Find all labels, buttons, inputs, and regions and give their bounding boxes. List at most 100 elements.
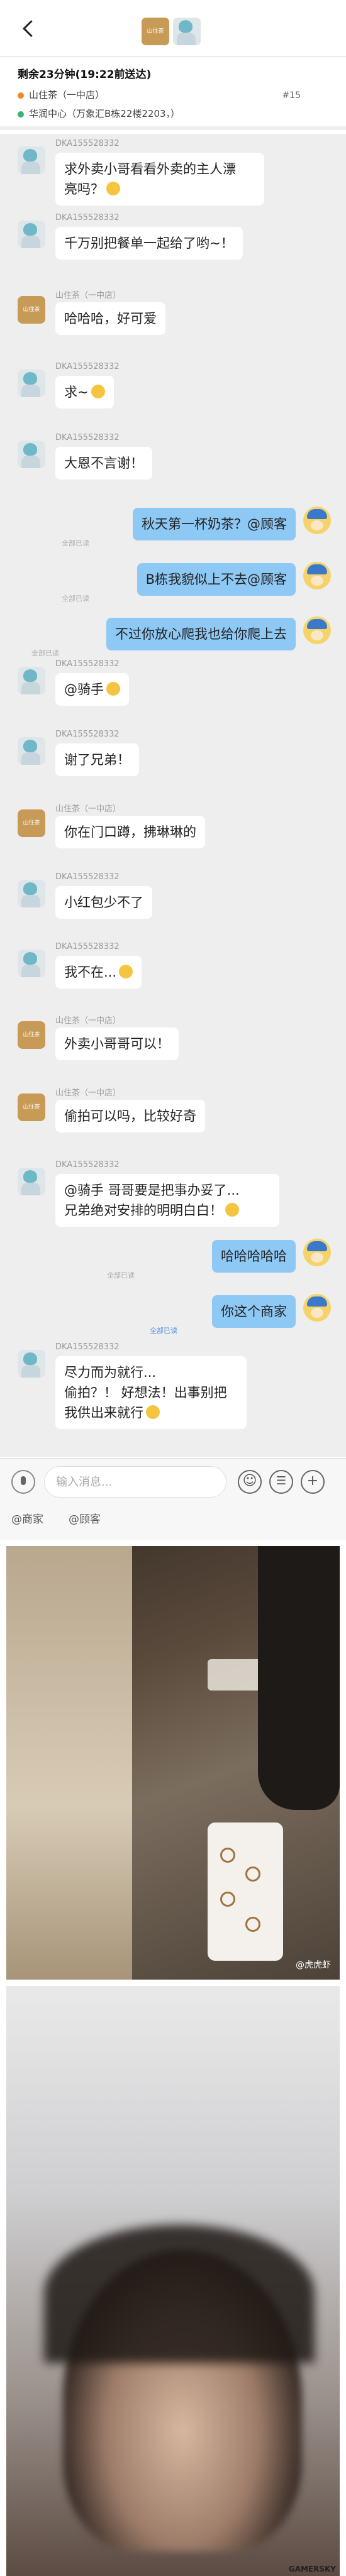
order-address: 华润中心（万象汇B栋22楼2203，） bbox=[29, 108, 181, 119]
message-bubble: 求外卖小哥看看外卖的主人漂 亮吗？ bbox=[55, 153, 264, 206]
read-status: 全部已读 bbox=[107, 1271, 135, 1280]
rider-avatar[interactable] bbox=[303, 562, 331, 589]
message-text: 千万别把餐单一起给了哟~！ bbox=[64, 236, 234, 251]
photo-1-image: @虎虎虾 bbox=[6, 1546, 340, 1980]
takeout-bag bbox=[208, 1822, 283, 1961]
order-number: #15 bbox=[282, 90, 301, 101]
message-text: 外卖小哥哥可以！ bbox=[64, 1036, 170, 1051]
rider-avatar[interactable] bbox=[303, 1294, 331, 1322]
order-shop-name: 山住茶（一中店） bbox=[29, 89, 105, 101]
message-text: 谢了兄弟！ bbox=[64, 752, 130, 767]
read-status: 全部已读 bbox=[62, 595, 89, 603]
laugh-emoji-icon bbox=[106, 682, 120, 696]
message-bubble: 你在门口蹲，拂琳琳的 bbox=[55, 816, 205, 848]
message-bubble: 哈哈哈哈哈 bbox=[212, 1240, 296, 1273]
wall-panel bbox=[6, 1546, 132, 1980]
message-text: 哈哈哈哈哈 bbox=[221, 1249, 287, 1264]
rider-avatar[interactable] bbox=[303, 1239, 331, 1266]
customer-avatar[interactable] bbox=[18, 221, 45, 248]
customer-avatar[interactable] bbox=[18, 441, 45, 468]
customer-avatar[interactable] bbox=[18, 370, 45, 397]
sender-name: 山住茶（一中店） bbox=[55, 804, 121, 814]
message-bubble: 求~ bbox=[55, 376, 114, 408]
order-info-panel: 剩余23分钟(19:22前送达) 山住茶（一中店） #15 华润中心（万象汇B栋… bbox=[0, 58, 346, 130]
participant-avatars: 山住茶 bbox=[142, 18, 204, 45]
sender-name: DKA155528332 bbox=[55, 433, 120, 442]
customer-avatar[interactable] bbox=[18, 880, 45, 907]
sender-name: DKA155528332 bbox=[55, 362, 120, 371]
message-text: 你这个商家 bbox=[221, 1304, 287, 1319]
message-text: 我不在... bbox=[64, 965, 117, 980]
shop-avatar[interactable]: 山住茶 bbox=[18, 809, 45, 837]
message-text: 求外卖小哥看看外卖的主人漂 亮吗？ bbox=[64, 162, 236, 197]
read-status: 全部已读 bbox=[150, 1327, 177, 1335]
chat-messages: DKA155528332 求外卖小哥看看外卖的主人漂 亮吗？ DKA155528… bbox=[0, 134, 346, 1457]
sender-name: DKA155528332 bbox=[55, 1160, 120, 1170]
message-text: B栋我貌似上不去@顾客 bbox=[145, 572, 287, 587]
shy-emoji-icon bbox=[91, 385, 105, 398]
message-bubble: 我不在... bbox=[55, 956, 142, 989]
message-bubble: 秋天第一杯奶茶？@顾客 bbox=[133, 508, 296, 540]
mention-shop-button[interactable]: @商家 bbox=[11, 1513, 43, 1526]
sender-name: DKA155528332 bbox=[55, 730, 120, 739]
customer-avatar[interactable] bbox=[173, 18, 201, 45]
photo-2: GAMERSKY bbox=[0, 1986, 346, 2576]
sweat-emoji-icon bbox=[119, 965, 133, 978]
message-bubble: 小红包少不了 bbox=[55, 886, 152, 919]
voice-input-button[interactable] bbox=[11, 1470, 35, 1494]
message-bubble: 你这个商家 bbox=[212, 1295, 296, 1328]
sender-name: 山住茶（一中店） bbox=[55, 1088, 121, 1098]
message-bubble: 不过你放心爬我也给你爬上去 bbox=[106, 618, 296, 650]
shop-avatar[interactable]: 山住茶 bbox=[18, 1093, 45, 1121]
mention-shortcuts: @商家 @顾客 bbox=[11, 1510, 126, 1526]
message-bubble: 外卖小哥哥可以！ bbox=[55, 1028, 179, 1060]
read-status: 全部已读 bbox=[31, 649, 59, 657]
sender-name: DKA155528332 bbox=[55, 1342, 120, 1352]
rider-avatar[interactable] bbox=[303, 507, 331, 534]
sender-name: DKA155528332 bbox=[55, 942, 120, 951]
message-bubble: @骑手 哥哥要是把事办妥了... 兄弟绝对安排的明明白白！ bbox=[55, 1174, 279, 1227]
sender-name: DKA155528332 bbox=[55, 213, 120, 222]
wink-emoji-icon bbox=[146, 1405, 160, 1419]
address-dot-icon bbox=[18, 111, 24, 118]
shop-avatar[interactable]: 山住茶 bbox=[18, 1021, 45, 1049]
smile-emoji-icon bbox=[106, 182, 120, 195]
message-text: 不过你放心爬我也给你爬上去 bbox=[115, 627, 287, 642]
chat-header: 山住茶 bbox=[0, 0, 346, 57]
message-text: 哈哈哈，好可爱 bbox=[64, 311, 157, 326]
delivery-countdown: 剩余23分钟(19:22前送达) bbox=[18, 69, 152, 81]
blurred-hair bbox=[44, 2225, 315, 2363]
customer-avatar[interactable] bbox=[18, 1168, 45, 1195]
mention-customer-button[interactable]: @顾客 bbox=[69, 1513, 101, 1526]
message-text: 大恩不言谢！ bbox=[64, 456, 143, 471]
order-address-row: 华润中心（万象汇B栋22楼2203，） bbox=[18, 107, 180, 120]
sender-name: DKA155528332 bbox=[55, 139, 120, 148]
back-button[interactable] bbox=[19, 18, 38, 40]
rider-avatar[interactable] bbox=[303, 617, 331, 644]
customer-avatar[interactable] bbox=[18, 667, 45, 694]
add-button[interactable]: + bbox=[301, 1470, 325, 1494]
customer-avatar[interactable] bbox=[18, 950, 45, 977]
message-bubble: @骑手 bbox=[55, 673, 129, 706]
message-text: @骑手 bbox=[64, 682, 104, 697]
message-text: 你在门口蹲，拂琳琳的 bbox=[64, 825, 196, 840]
customer-avatar[interactable] bbox=[18, 1350, 45, 1378]
sender-name: DKA155528332 bbox=[55, 659, 120, 669]
message-input[interactable]: 输入消息... bbox=[44, 1466, 226, 1498]
shop-avatar[interactable]: 山住茶 bbox=[18, 296, 45, 324]
smile-emoji-icon bbox=[225, 1203, 239, 1217]
message-bubble: 大恩不言谢！ bbox=[55, 447, 152, 480]
shop-avatar[interactable]: 山住茶 bbox=[142, 18, 169, 45]
message-bubble: 谢了兄弟！ bbox=[55, 743, 139, 776]
message-text: 求~ bbox=[64, 385, 89, 400]
customer-avatar[interactable] bbox=[18, 146, 45, 174]
photo-2-watermark: GAMERSKY bbox=[288, 2565, 336, 2573]
message-bubble: 尽力而为就行... 偷拍？！ 好想法！出事别把 我供出来就行 bbox=[55, 1356, 247, 1429]
message-bubble: B栋我貌似上不去@顾客 bbox=[137, 563, 296, 596]
read-status: 全部已读 bbox=[62, 539, 89, 547]
quick-reply-button[interactable]: ☰ bbox=[269, 1470, 293, 1494]
emoji-button[interactable]: ☺ bbox=[238, 1470, 262, 1494]
shop-dot-icon bbox=[18, 92, 24, 99]
customer-avatar[interactable] bbox=[18, 737, 45, 765]
message-text: 偷拍可以吗，比较好奇 bbox=[64, 1109, 196, 1124]
